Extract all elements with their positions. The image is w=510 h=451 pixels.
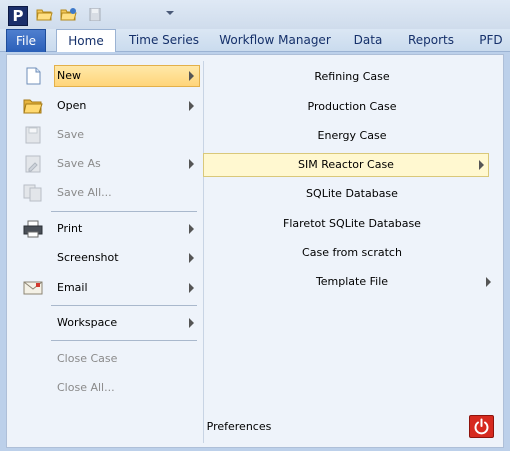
submenu-item-refining-case[interactable]: Refining Case	[209, 66, 495, 88]
menu-item-screenshot-label: Screenshot	[57, 251, 119, 264]
menu-item-new[interactable]: New	[13, 65, 200, 87]
tab-reports[interactable]: Reports	[402, 29, 460, 52]
submenu-arrow-icon	[189, 318, 194, 328]
menu-item-close-all: Close All...	[13, 377, 199, 399]
submenu-item-sqlite-database[interactable]: SQLite Database	[209, 183, 495, 205]
menu-item-print-label: Print	[57, 222, 83, 235]
save-icon	[89, 8, 101, 21]
menu-item-workspace-label: Workspace	[57, 316, 118, 329]
save-disk-icon	[25, 126, 41, 144]
menu-item-close-case: Close Case	[13, 348, 199, 370]
submenu-arrow-icon	[479, 160, 484, 170]
submenu-item-flaretot-sqlite-database[interactable]: Flaretot SQLite Database	[209, 213, 495, 235]
menu-item-close-case-label: Close Case	[57, 352, 118, 365]
submenu-item-production-case[interactable]: Production Case	[209, 96, 495, 118]
submenu-arrow-icon	[189, 159, 194, 169]
menu-item-email[interactable]: Email	[13, 277, 199, 299]
app-logo: P	[8, 6, 28, 26]
menu-separator	[51, 211, 197, 212]
file-menu-panel: New Open Save Save As Save All... Print …	[6, 54, 504, 448]
menu-item-open[interactable]: Open	[13, 95, 199, 117]
submenu-arrow-icon	[189, 71, 194, 81]
submenu-item-energy-case[interactable]: Energy Case	[209, 125, 495, 147]
menu-item-print[interactable]: Print	[13, 218, 199, 240]
submenu-item-template-file[interactable]: Template File	[209, 271, 495, 293]
tab-time-series[interactable]: Time Series	[126, 29, 202, 52]
submenu-arrow-icon	[189, 224, 194, 234]
menu-item-save-as-label: Save As	[57, 157, 101, 170]
preferences-button[interactable]: Preferences	[204, 420, 274, 434]
submenu-item-sim-reactor-case[interactable]: SIM Reactor Case	[203, 153, 489, 177]
submenu-item-sim-reactor-case-label: SIM Reactor Case	[298, 158, 394, 171]
menu-item-open-label: Open	[57, 99, 87, 112]
quick-access-toolbar: P	[0, 0, 510, 29]
tab-home[interactable]: Home	[56, 29, 116, 53]
open-folder-icon	[23, 99, 43, 114]
printer-icon	[23, 220, 43, 238]
tab-file[interactable]: File	[6, 29, 46, 52]
menu-item-save-as: Save As	[13, 153, 199, 175]
submenu-arrow-icon	[189, 283, 194, 293]
submenu-arrow-icon	[189, 101, 194, 111]
menu-item-new-label: New	[57, 69, 81, 82]
tab-workflow-manager[interactable]: Workflow Manager	[214, 29, 336, 52]
menu-item-screenshot[interactable]: Screenshot	[13, 247, 199, 269]
column-divider	[203, 61, 204, 443]
new-document-icon	[26, 67, 41, 85]
menu-item-save-all-label: Save All...	[57, 186, 112, 199]
submenu-item-case-from-scratch[interactable]: Case from scratch	[209, 242, 495, 264]
submenu-arrow-icon	[486, 277, 491, 287]
open-recent-icon[interactable]	[60, 8, 77, 21]
tab-pfd[interactable]: PFD	[472, 29, 510, 52]
ribbon-tab-bar: File Home Time Series Workflow Manager D…	[0, 29, 510, 53]
submenu-arrow-icon	[189, 253, 194, 263]
app-logo-letter: P	[12, 7, 24, 25]
customize-toolbar-icon[interactable]	[166, 9, 174, 17]
submenu-item-template-file-label: Template File	[315, 275, 389, 288]
tab-data[interactable]: Data	[348, 29, 388, 52]
menu-item-email-label: Email	[57, 281, 88, 294]
menu-separator	[51, 305, 197, 306]
exit-button[interactable]	[469, 415, 494, 438]
email-icon	[23, 281, 43, 295]
menu-item-save: Save	[13, 124, 199, 146]
file-menu-backdrop: New Open Save Save As Save All... Print …	[0, 52, 510, 451]
power-icon	[474, 418, 489, 435]
save-as-icon	[25, 155, 41, 173]
open-folder-icon[interactable]	[36, 8, 53, 21]
menu-item-save-all: Save All...	[13, 182, 199, 204]
save-all-icon	[23, 184, 42, 202]
menu-separator	[51, 340, 197, 341]
menu-item-workspace[interactable]: Workspace	[13, 312, 199, 334]
menu-item-save-label: Save	[57, 128, 85, 141]
menu-item-close-all-label: Close All...	[57, 381, 115, 394]
